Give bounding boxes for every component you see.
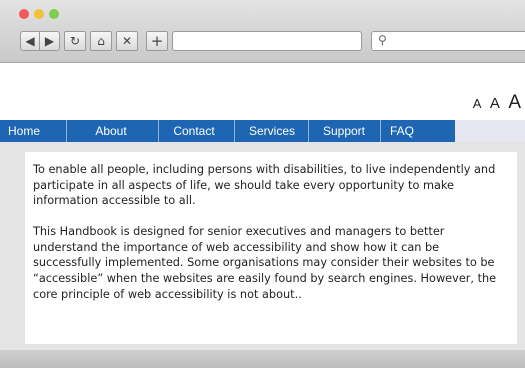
main-content: To enable all people, including persons … [25, 152, 517, 344]
search-icon: ⚲ [378, 33, 387, 47]
text-size-small-button[interactable]: A [473, 96, 482, 111]
reload-icon: ↻ [69, 34, 81, 48]
navigation-strip: Home About Contact Services Support FAQ [0, 120, 455, 142]
browser-chrome: ◀ ▶ ↻ ⌂ ✕ + ⚲ [0, 0, 525, 63]
reload-button[interactable]: ↻ [64, 31, 86, 51]
home-button[interactable]: ⌂ [90, 31, 112, 51]
footer-bar [0, 350, 525, 368]
maximize-window-button[interactable] [49, 9, 59, 19]
close-window-button[interactable] [19, 9, 29, 19]
text-size-controls: A A A [469, 92, 521, 114]
main-navigation: Home About Contact Services Support FAQ [0, 120, 525, 142]
content-paragraph: To enable all people, including persons … [33, 163, 496, 208]
nav-support[interactable]: Support [308, 120, 380, 142]
forward-icon: ▶ [44, 34, 55, 48]
nav-about[interactable]: About [80, 120, 142, 142]
new-tab-button[interactable]: + [146, 31, 168, 51]
minimize-window-button[interactable] [34, 9, 44, 19]
forward-button[interactable]: ▶ [40, 31, 60, 51]
plus-icon: + [150, 31, 164, 50]
home-icon: ⌂ [97, 34, 105, 48]
nav-separator [66, 120, 67, 142]
address-bar[interactable] [172, 31, 362, 51]
nav-home[interactable]: Home [0, 120, 66, 142]
back-button[interactable]: ◀ [20, 31, 40, 51]
close-icon: ✕ [121, 34, 133, 48]
nav-contact[interactable]: Contact [158, 120, 230, 142]
text-size-medium-button[interactable]: A [490, 95, 500, 112]
nav-faq[interactable]: FAQ [380, 120, 424, 142]
nav-services[interactable]: Services [236, 120, 308, 142]
text-size-large-button[interactable]: A [508, 92, 521, 114]
back-icon: ◀ [25, 34, 35, 48]
content-paragraph: This Handbook is designed for senior exe… [33, 225, 497, 301]
nav-separator [234, 120, 235, 142]
search-input[interactable]: ⚲ [371, 31, 525, 51]
stop-button[interactable]: ✕ [116, 31, 138, 51]
